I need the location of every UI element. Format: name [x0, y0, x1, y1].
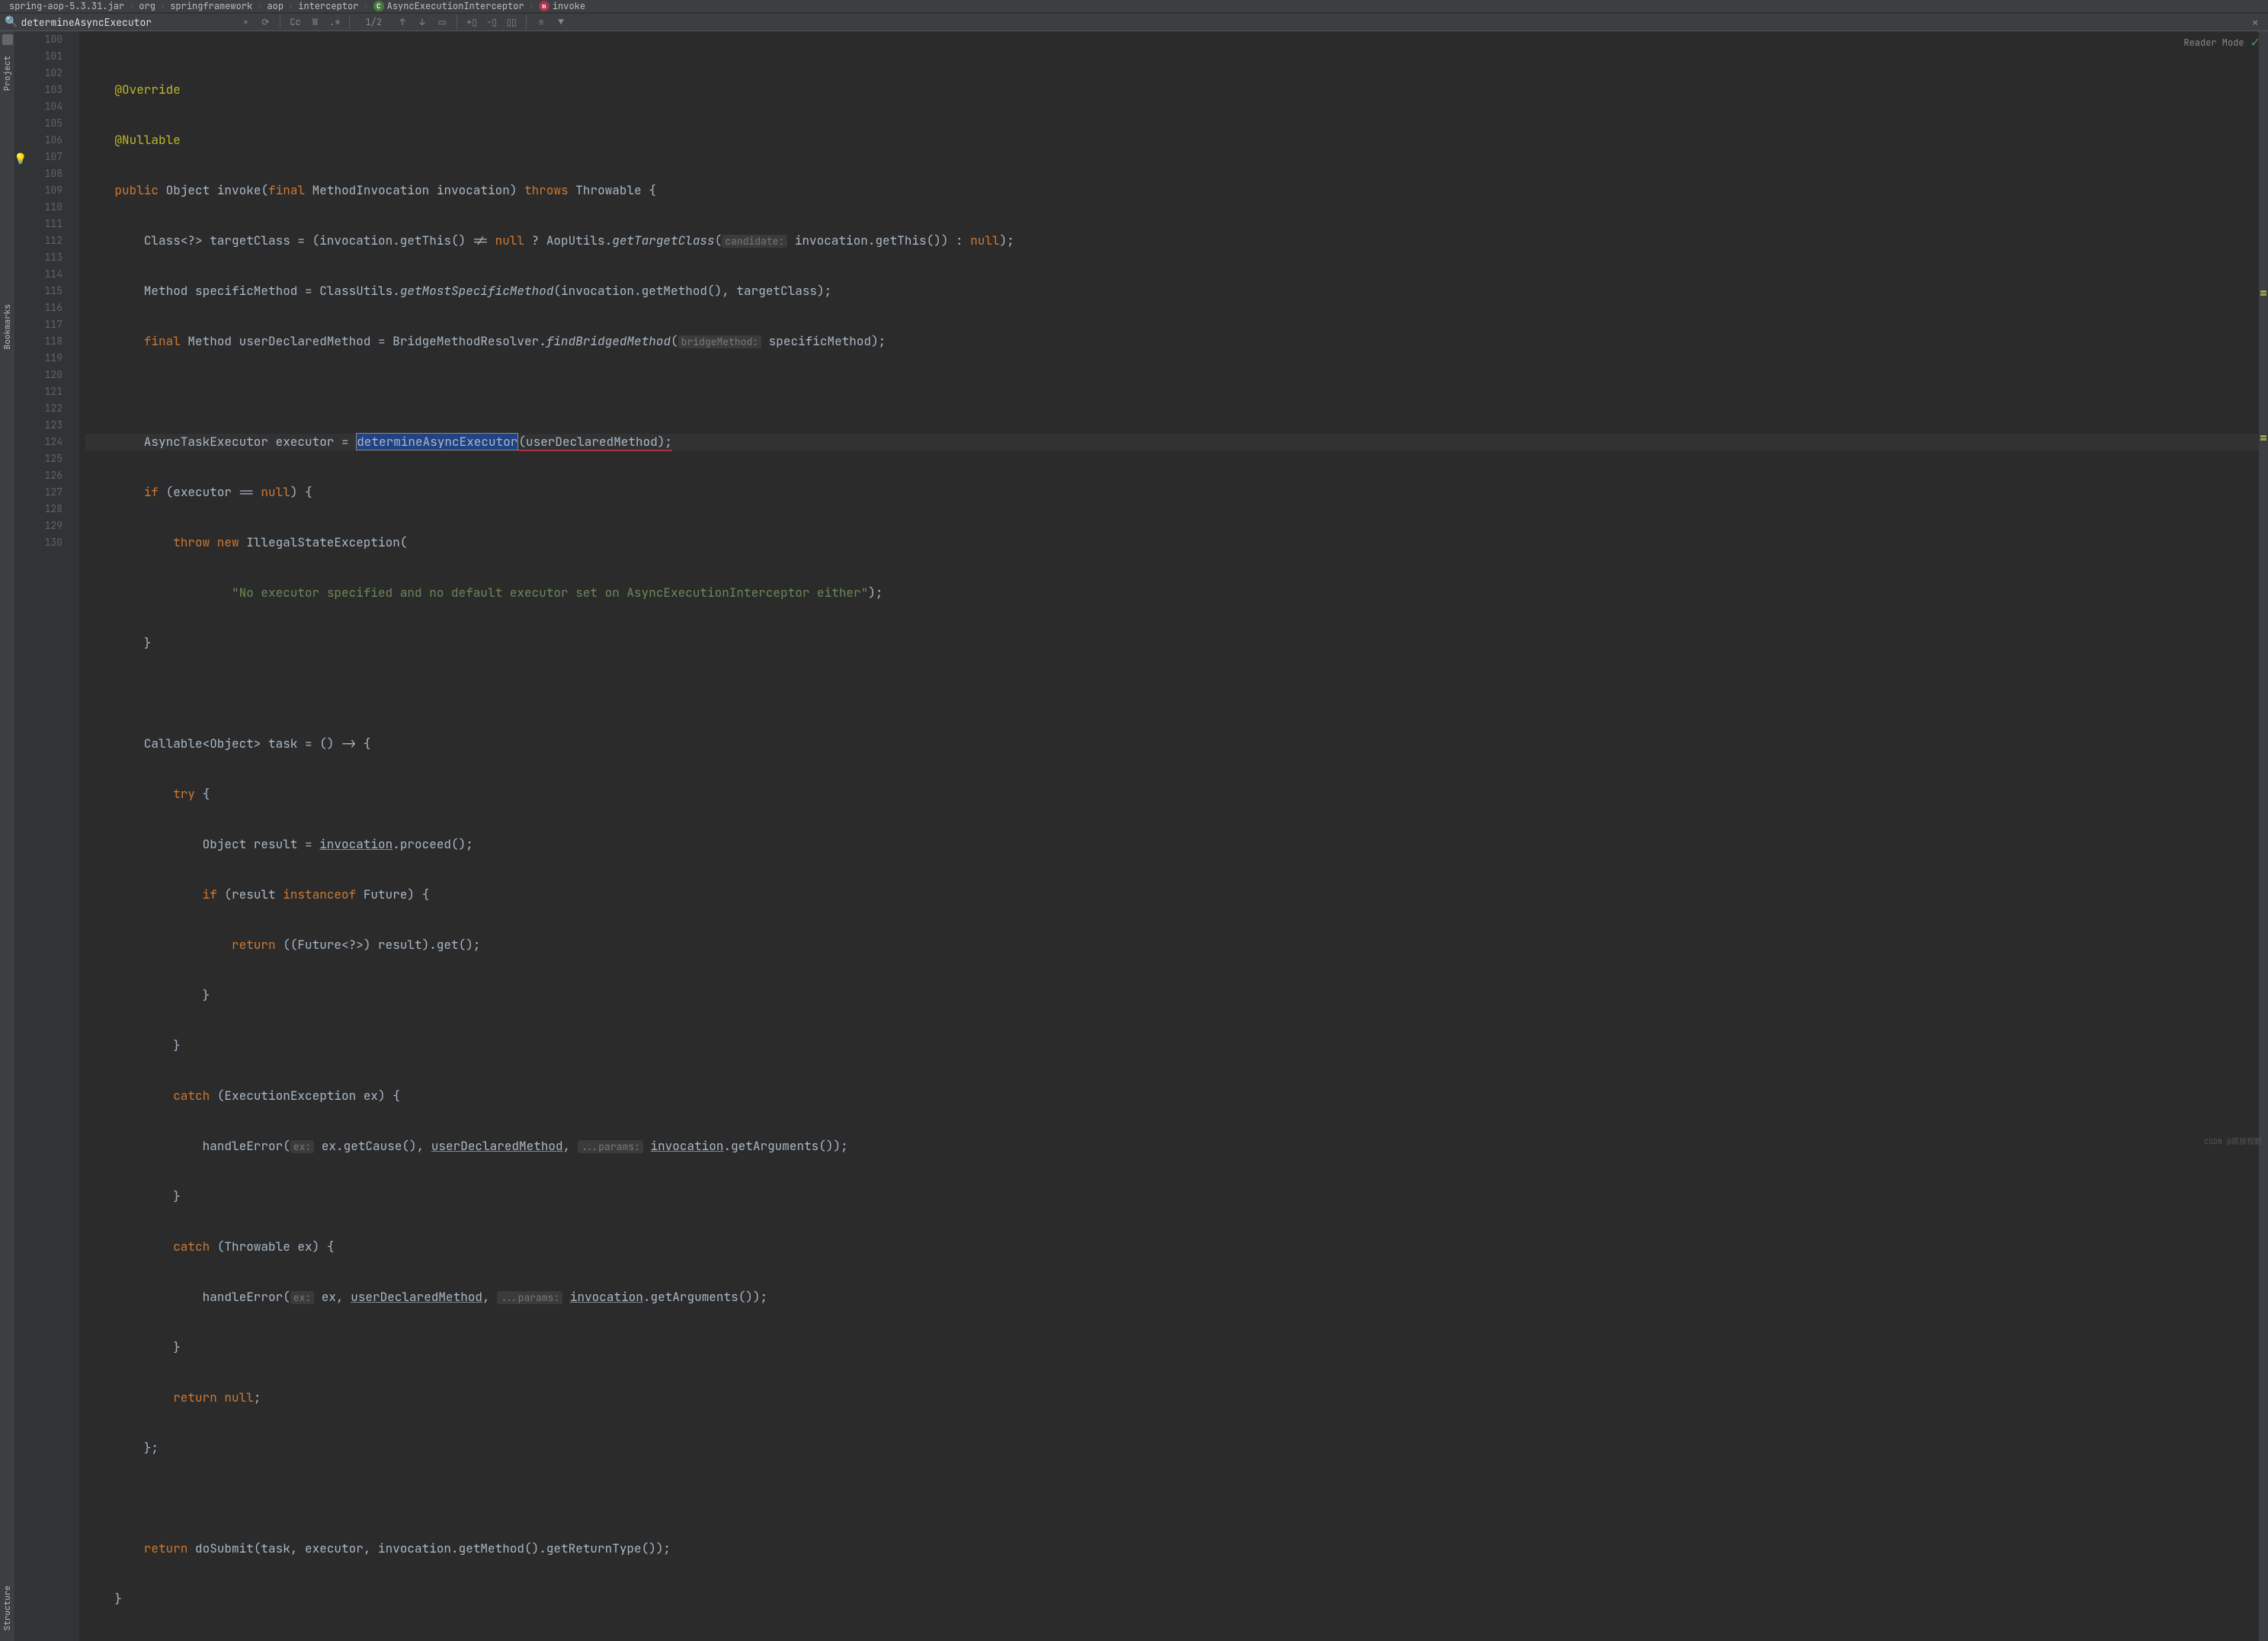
line-number: 113 — [15, 249, 62, 266]
select-all-icon[interactable]: ▭ — [434, 14, 450, 30]
line-number: 111 — [15, 216, 62, 232]
toggle-icon[interactable]: ≡ — [533, 14, 549, 30]
watermark: CSDN @简放视野 — [2204, 1135, 2262, 1146]
line-number: 127 — [15, 484, 62, 501]
find-bar: 🔍 × ⟳ Cc W .* 1/2 ↑ ↓ ▭ +▯ −▯ ▯▯ ≡ ▼ × — [0, 14, 2268, 31]
filter-icon[interactable]: ▼ — [553, 14, 569, 30]
match-count: 1/2 — [365, 16, 382, 28]
crumb-sf[interactable]: springframework — [167, 0, 255, 12]
line-number: 121 — [15, 383, 62, 400]
code-editor[interactable]: Reader Mode ✓ @Override @Nullable public… — [79, 31, 2268, 1641]
line-number: 119 — [15, 350, 62, 367]
close-find-icon[interactable]: × — [2247, 14, 2263, 30]
line-number: 105 — [15, 115, 62, 132]
crumb-interceptor[interactable]: interceptor — [295, 0, 361, 12]
line-number: 123 — [15, 417, 62, 434]
method-icon: m — [539, 1, 549, 11]
error-stripe[interactable] — [2259, 31, 2268, 1641]
line-number: 108 — [15, 165, 62, 182]
crumb-org[interactable]: org — [136, 0, 159, 12]
line-number: 129 — [15, 518, 62, 534]
line-gutter: 100 101 102 103 104 105 106 💡107 108 109… — [15, 31, 69, 1641]
select-occurrences-icon[interactable]: ▯▯ — [503, 14, 520, 30]
line-number: 122 — [15, 400, 62, 417]
intention-bulb-icon[interactable]: 💡 — [14, 151, 24, 162]
line-number: 130 — [15, 534, 62, 551]
line-number: 110 — [15, 199, 62, 216]
line-number: 114 — [15, 266, 62, 283]
line-number: 102 — [15, 65, 62, 82]
regex-button[interactable]: .* — [326, 14, 343, 30]
line-number: 103 — [15, 82, 62, 98]
bookmarks-tool-button[interactable]: Bookmarks — [1, 300, 14, 354]
crumb-method[interactable]: minvoke — [536, 0, 588, 12]
history-icon[interactable]: ⟳ — [257, 14, 274, 30]
line-number: 104 — [15, 98, 62, 115]
line-number: 124 — [15, 434, 62, 450]
crumb-class[interactable]: CAsyncExecutionInterceptor — [370, 0, 527, 12]
reader-mode-button[interactable]: Reader Mode — [2183, 34, 2244, 51]
whole-word-button[interactable]: W — [306, 14, 323, 30]
left-tool-strip: Project Bookmarks Structure — [0, 31, 15, 1641]
class-icon: C — [373, 1, 384, 11]
fold-column[interactable] — [69, 31, 79, 1641]
project-tool-icon[interactable] — [2, 34, 13, 45]
line-number: 125 — [15, 450, 62, 467]
line-number: 126 — [15, 467, 62, 484]
project-tool-button[interactable]: Project — [1, 51, 14, 95]
search-icon: 🔍 — [5, 15, 18, 29]
search-input[interactable] — [21, 16, 234, 29]
crumb-aop[interactable]: aop — [264, 0, 287, 12]
line-number: 101 — [15, 48, 62, 65]
prev-match-icon[interactable]: ↑ — [394, 14, 411, 30]
line-number: 117 — [15, 316, 62, 333]
next-match-icon[interactable]: ↓ — [414, 14, 431, 30]
line-number: 116 — [15, 300, 62, 316]
line-number: 128 — [15, 501, 62, 518]
line-number: 115 — [15, 283, 62, 300]
match-case-button[interactable]: Cc — [287, 14, 303, 30]
crumb-jar[interactable]: spring-aop-5.3.31.jar — [6, 0, 127, 12]
breadcrumbs: spring-aop-5.3.31.jar› org› springframew… — [0, 0, 2268, 13]
line-number: 112 — [15, 232, 62, 249]
clear-search-icon[interactable]: × — [237, 14, 254, 30]
line-number: 💡107 — [15, 149, 62, 165]
line-number: 109 — [15, 182, 62, 199]
line-number: 106 — [15, 132, 62, 149]
line-number: 120 — [15, 367, 62, 383]
line-number: 100 — [15, 31, 62, 48]
line-number: 118 — [15, 333, 62, 350]
remove-selection-icon[interactable]: −▯ — [483, 14, 500, 30]
structure-tool-button[interactable]: Structure — [1, 1581, 14, 1635]
add-selection-icon[interactable]: +▯ — [463, 14, 480, 30]
